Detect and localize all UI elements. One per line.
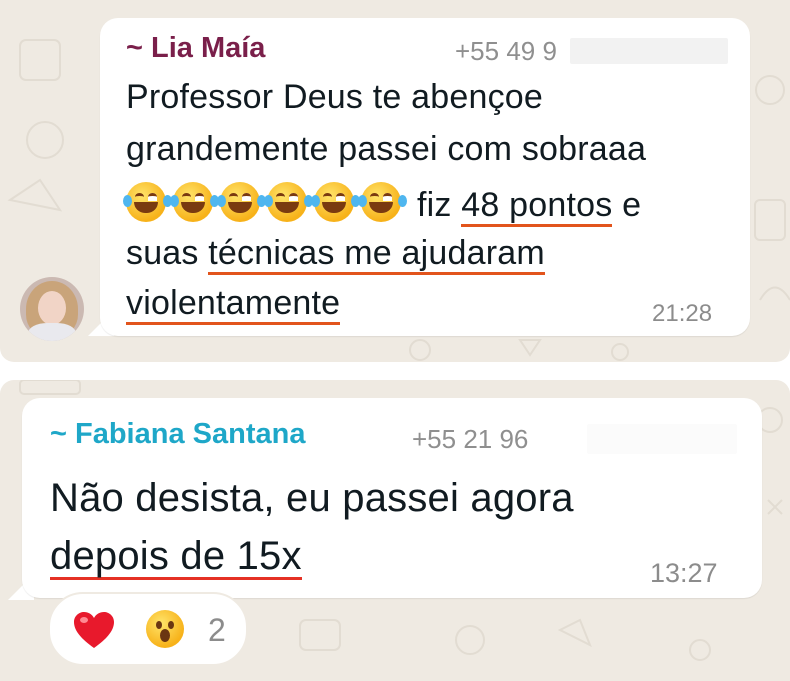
tears-of-joy-icon (170, 182, 213, 222)
message-bubble[interactable]: ~ Lia Maía +55 49 9 Professor Deus te ab… (100, 18, 750, 336)
message-text-line: grandemente passei com sobraaa (126, 130, 647, 168)
message-text-line: violentamente (126, 284, 341, 325)
tears-of-joy-icon (123, 182, 166, 222)
message-text-line: fiz 48 pontos e (123, 182, 642, 227)
sender-name[interactable]: ~ Lia Maía (126, 32, 265, 65)
text-fragment: e (622, 186, 642, 224)
reaction-count: 2 (208, 612, 226, 648)
message-text-line: depois de 15x (50, 534, 302, 580)
underlined-score: 48 pontos (461, 187, 613, 227)
sender-phone: +55 49 9 (455, 36, 557, 66)
reactions-pill[interactable]: 2 (48, 592, 248, 666)
underlined-word: violentamente (126, 285, 341, 325)
underlined-phrase: técnicas me ajudaram (208, 235, 545, 275)
text-fragment: fiz (417, 186, 452, 224)
redaction-mask (587, 424, 737, 454)
tears-of-joy-icon (311, 182, 354, 222)
underlined-phrase: depois de 15x (50, 534, 302, 580)
text-fragment: suas (126, 234, 199, 272)
redaction-mask (570, 38, 728, 64)
surprised-face-icon (146, 610, 184, 648)
message-timestamp: 21:28 (652, 300, 713, 327)
message-timestamp: 13:27 (650, 558, 718, 588)
message-bubble[interactable]: ~ Fabiana Santana +55 21 96 Não desista,… (22, 398, 762, 598)
message-text-line: suas técnicas me ajudaram (126, 234, 545, 275)
emoji-group (123, 182, 401, 222)
tears-of-joy-icon (264, 182, 307, 222)
sender-avatar[interactable] (20, 277, 84, 341)
tears-of-joy-icon (358, 182, 401, 222)
message-text-line: Professor Deus te abençoe (126, 78, 544, 116)
tears-of-joy-icon (217, 182, 260, 222)
message-text-line: Não desista, eu passei agora (50, 476, 574, 520)
sender-name[interactable]: ~ Fabiana Santana (50, 418, 305, 451)
sender-phone: +55 21 96 (412, 424, 529, 454)
red-heart-icon (74, 612, 114, 648)
